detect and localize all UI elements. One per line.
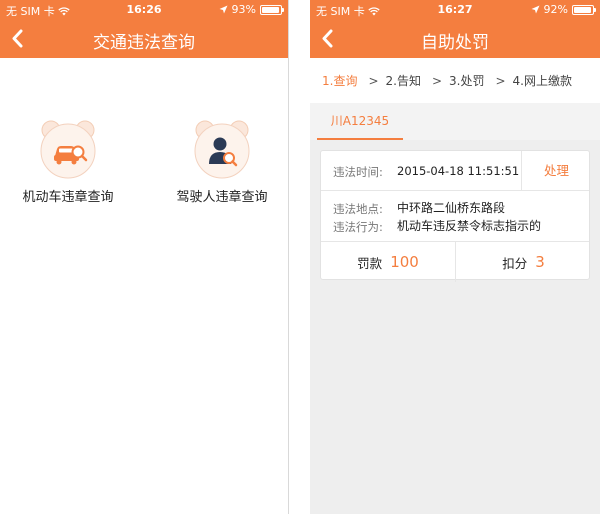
step-query[interactable]: 1.查询 — [322, 72, 357, 89]
location-arrow-icon — [219, 5, 228, 14]
page-title: 自助处罚 — [421, 33, 489, 53]
nav-bar: 自助处罚 — [310, 20, 600, 58]
status-bar: 无 SIM 卡 16:26 93% — [0, 0, 288, 18]
car-search-icon — [40, 120, 96, 179]
battery-percent: 92% — [543, 3, 568, 16]
violation-card: 违法时间: 2015-04-18 11:51:51 处理 违法地点: 中环路二仙… — [320, 150, 591, 282]
handle-button[interactable]: 处理 — [521, 151, 591, 191]
app-header: 无 SIM 卡 16:26 93% 交通违法查询 — [0, 0, 288, 58]
status-right-group: 92% — [531, 3, 596, 16]
fine-value: 100 — [390, 253, 419, 271]
driver-search-icon — [194, 120, 250, 179]
battery-icon — [572, 4, 596, 15]
step-penalty[interactable]: 3.处罚 — [449, 72, 484, 89]
chevron-left-icon[interactable] — [4, 24, 34, 54]
page-title: 交通违法查询 — [93, 33, 195, 53]
screen-self-service-penalty: 无 SIM 卡 16:27 92% 自助处罚 1.查询 > 2.告知 > 3.处… — [310, 0, 600, 514]
progress-steps: 1.查询 > 2.告知 > 3.处罚 > 4.网上缴款 — [310, 58, 600, 103]
status-bar: 无 SIM 卡 16:27 92% — [310, 0, 600, 18]
step-separator: > — [368, 73, 379, 88]
violation-behavior-label: 违法行为: — [333, 220, 383, 234]
battery-icon — [260, 4, 284, 15]
battery-percent: 93% — [231, 3, 256, 16]
screen-traffic-violation-query: 无 SIM 卡 16:26 93% 交通违法查询 机动车违章查询 驾驶人违章查询 — [0, 0, 289, 514]
status-right-group: 93% — [219, 3, 284, 16]
violation-behavior-value: 机动车违反禁令标志指示的 — [397, 219, 542, 233]
step-notify[interactable]: 2.告知 — [386, 72, 421, 89]
plate-tab-bar: 川A12345 — [310, 103, 600, 140]
points-value: 3 — [535, 253, 545, 271]
violation-time-row: 违法时间: 2015-04-18 11:51:51 处理 — [321, 151, 589, 191]
driver-violation-query-label: 驾驶人违章查询 — [176, 190, 268, 205]
points-label: 扣分 — [502, 255, 528, 271]
fine-label: 罚款 — [357, 255, 383, 271]
tab-plate-number[interactable]: 川A12345 — [317, 103, 403, 140]
driver-violation-query-button[interactable]: 驾驶人违章查询 — [162, 118, 282, 205]
violation-time-label: 违法时间: — [333, 165, 383, 179]
fine-cell: 罚款 100 — [321, 242, 456, 282]
location-arrow-icon — [531, 5, 540, 14]
app-header: 无 SIM 卡 16:27 92% 自助处罚 — [310, 0, 600, 58]
violation-time-value: 2015-04-18 11:51:51 — [397, 164, 520, 178]
points-cell: 扣分 3 — [456, 242, 591, 282]
battery-level-fill — [574, 6, 591, 13]
violation-location-value: 中环路二仙桥东路段 — [397, 201, 506, 215]
battery-level-fill — [262, 6, 279, 13]
nav-bar: 交通违法查询 — [0, 20, 288, 58]
violation-location-label: 违法地点: — [333, 202, 383, 216]
penalty-summary-row: 罚款 100 扣分 3 — [321, 241, 591, 282]
step-separator: > — [495, 73, 506, 88]
chevron-left-icon[interactable] — [314, 24, 344, 54]
vehicle-violation-query-button[interactable]: 机动车违章查询 — [8, 118, 128, 205]
step-online-payment[interactable]: 4.网上缴款 — [513, 72, 572, 89]
step-separator: > — [431, 73, 443, 88]
vehicle-violation-query-label: 机动车违章查询 — [22, 190, 114, 205]
